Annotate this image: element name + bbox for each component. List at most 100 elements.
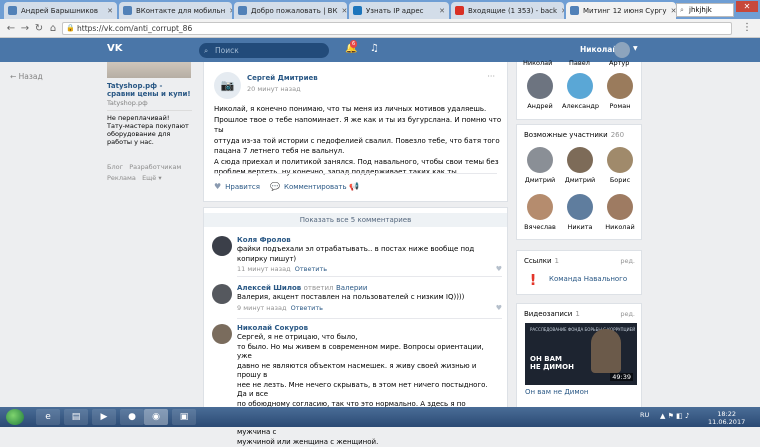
footer-link-ads[interactable]: Реклама bbox=[107, 174, 136, 182]
member-name[interactable]: Дмитрий bbox=[562, 176, 598, 184]
member-card[interactable]: Андрей bbox=[522, 73, 558, 110]
browser-tab[interactable]: Добро пожаловать | ВК ✕ bbox=[234, 2, 347, 19]
member-card[interactable]: Вячеслав bbox=[522, 194, 558, 231]
browser-tab[interactable]: Узнать IP адрес ✕ bbox=[349, 2, 449, 19]
close-tab-icon[interactable]: ✕ bbox=[337, 7, 347, 15]
post-author[interactable]: Сергей Дмитриев bbox=[247, 74, 318, 82]
reload-icon[interactable]: ↻ bbox=[32, 23, 46, 34]
avatar[interactable] bbox=[607, 73, 633, 99]
avatar[interactable] bbox=[212, 324, 232, 344]
like-button[interactable]: ♥ Нравится bbox=[214, 182, 260, 191]
media-player-icon[interactable]: ▶ bbox=[92, 409, 116, 425]
address-bar[interactable]: 🔒 https://vk.com/anti_corrupt_86 bbox=[62, 22, 732, 35]
comment-time[interactable]: 9 минут назад bbox=[237, 304, 286, 312]
block-title[interactable]: Возможные участники260 bbox=[524, 131, 624, 139]
tray-icons[interactable]: ▲ ⚑ ◧ ♪ bbox=[660, 412, 689, 420]
avatar[interactable] bbox=[567, 194, 593, 220]
block-title[interactable]: Ссылки1 bbox=[524, 257, 559, 265]
edit-link[interactable]: ред. bbox=[620, 310, 635, 318]
footer-link-blog[interactable]: Блог bbox=[107, 163, 123, 171]
forward-arrow-icon[interactable]: → bbox=[18, 23, 32, 34]
heart-icon[interactable]: ♥ bbox=[496, 265, 502, 273]
internet-explorer-icon[interactable]: e bbox=[36, 409, 60, 425]
member-card[interactable]: Александр bbox=[562, 73, 598, 110]
close-tab-icon[interactable]: ✕ bbox=[435, 7, 445, 15]
clock[interactable]: 18:22 11.06.2017 bbox=[708, 410, 745, 426]
footer-link-more[interactable]: Ещё ▾ bbox=[142, 174, 162, 182]
post-time[interactable]: 20 минут назад bbox=[247, 85, 301, 93]
link-name[interactable]: Команда Навального bbox=[549, 275, 627, 283]
comment-author[interactable]: Алексей Шилов bbox=[237, 284, 301, 292]
start-button[interactable] bbox=[6, 409, 24, 425]
notifications-bell-icon[interactable]: 🔔6 bbox=[345, 43, 357, 54]
ad-title[interactable]: Tatyshop.рф - сравни цены и купи! bbox=[107, 82, 192, 98]
member-card[interactable]: Дмитрий bbox=[562, 147, 598, 184]
back-link[interactable]: ← Назад bbox=[10, 72, 43, 81]
member-name[interactable]: Павел bbox=[569, 59, 590, 67]
edit-link[interactable]: ред. bbox=[620, 257, 635, 265]
member-card[interactable]: Николай bbox=[602, 194, 638, 231]
member-name[interactable]: Роман bbox=[602, 102, 638, 110]
home-icon[interactable]: ⌂ bbox=[46, 23, 60, 34]
close-tab-icon[interactable]: ✕ bbox=[103, 7, 113, 15]
member-card[interactable]: Дмитрий bbox=[522, 147, 558, 184]
member-card[interactable]: Никита bbox=[562, 194, 598, 231]
member-name[interactable]: Вячеслав bbox=[522, 223, 558, 231]
back-arrow-icon[interactable]: ← bbox=[4, 23, 18, 34]
comment-button[interactable]: 💬 Комментировать bbox=[270, 182, 347, 191]
music-icon[interactable]: ♫ bbox=[370, 43, 379, 54]
member-name[interactable]: Николай bbox=[523, 59, 552, 67]
camera-icon[interactable]: 📷 bbox=[214, 72, 241, 99]
avatar[interactable] bbox=[527, 147, 553, 173]
browser-tab[interactable]: Входящие (1 353) - back ✕ bbox=[451, 2, 564, 19]
member-card[interactable]: Борис bbox=[602, 147, 638, 184]
heart-icon[interactable]: ♥ bbox=[496, 304, 502, 312]
close-tab-icon[interactable]: ✕ bbox=[557, 7, 564, 15]
vk-search-input[interactable]: ⌕ Поиск bbox=[199, 43, 329, 58]
window-icon[interactable]: ▣ bbox=[172, 409, 196, 425]
avatar[interactable] bbox=[527, 194, 553, 220]
file-explorer-icon[interactable]: ▤ bbox=[64, 409, 88, 425]
browser-tab-active[interactable]: Митинг 12 июня Сургу ✕ bbox=[566, 2, 676, 19]
block-title[interactable]: Видеозаписи1 bbox=[524, 310, 580, 318]
member-name[interactable]: Дмитрий bbox=[522, 176, 558, 184]
close-window-icon[interactable]: ✕ bbox=[736, 1, 758, 12]
video-title[interactable]: Он вам не Димон bbox=[525, 388, 589, 396]
video-thumbnail[interactable]: РАССЛЕДОВАНИЕ ФОНДА БОРЬБЫ С КОРРУПЦИЕЙ … bbox=[525, 323, 637, 385]
comment-author[interactable]: Коля Фролов bbox=[237, 236, 291, 244]
ad-image[interactable] bbox=[107, 62, 191, 78]
chrome-icon[interactable]: ◉ bbox=[144, 409, 168, 425]
avatar[interactable] bbox=[607, 147, 633, 173]
avatar[interactable] bbox=[527, 73, 553, 99]
replied-to[interactable]: Валерии bbox=[336, 284, 367, 292]
member-name[interactable]: Борис bbox=[602, 176, 638, 184]
tab-search-input[interactable]: ⌕ jhkjhjk bbox=[676, 3, 734, 17]
member-name[interactable]: Артур bbox=[609, 59, 629, 67]
chevron-down-icon[interactable]: ▼ bbox=[633, 45, 638, 52]
member-name[interactable]: Никита bbox=[562, 223, 598, 231]
exclamation-logo-icon[interactable]: ! bbox=[525, 271, 541, 289]
close-tab-icon[interactable]: ✕ bbox=[667, 7, 676, 15]
more-options-icon[interactable]: ··· bbox=[487, 72, 495, 81]
vk-logo-icon[interactable]: VK bbox=[107, 43, 125, 56]
reply-link[interactable]: Ответить bbox=[295, 265, 327, 273]
browser-tab[interactable]: ВКонтакте для мобильн ✕ bbox=[119, 2, 232, 19]
member-card[interactable]: Роман bbox=[602, 73, 638, 110]
footer-link-dev[interactable]: Разработчикам bbox=[129, 163, 181, 171]
member-name[interactable]: Александр bbox=[562, 102, 598, 110]
user-avatar[interactable] bbox=[614, 42, 630, 58]
avatar[interactable] bbox=[212, 284, 232, 304]
reply-link[interactable]: Ответить bbox=[291, 304, 323, 312]
browser-menu-icon[interactable]: ⋮ bbox=[742, 22, 752, 33]
app-icon[interactable]: ● bbox=[120, 409, 144, 425]
show-all-comments-button[interactable]: Показать все 5 комментариев bbox=[204, 213, 507, 227]
avatar[interactable] bbox=[567, 147, 593, 173]
avatar[interactable] bbox=[212, 236, 232, 256]
avatar[interactable] bbox=[607, 194, 633, 220]
ad-block[interactable]: Tatyshop.рф - сравни цены и купи! Tatysh… bbox=[107, 62, 192, 146]
comment-time[interactable]: 11 минут назад bbox=[237, 265, 291, 273]
user-name[interactable]: Николай bbox=[580, 45, 618, 54]
language-indicator[interactable]: RU bbox=[640, 411, 649, 419]
comment-author[interactable]: Николай Сокуров bbox=[237, 324, 308, 332]
avatar[interactable] bbox=[567, 73, 593, 99]
